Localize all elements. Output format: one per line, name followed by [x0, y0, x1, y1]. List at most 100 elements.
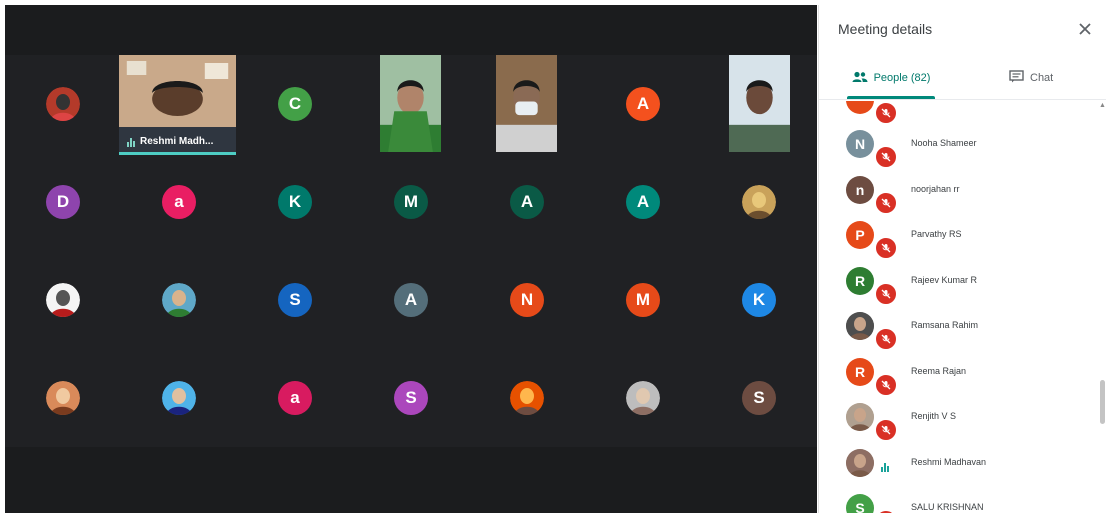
bottom-strip [5, 447, 817, 513]
mic-off-icon [874, 236, 898, 260]
participant-photo-icon [46, 283, 80, 317]
participant-photo-icon [162, 283, 196, 317]
participant-photo-icon [742, 185, 776, 219]
participant-avatar: S [278, 283, 312, 317]
participant-name: Ramsana Rahim [911, 320, 979, 330]
participant-name: noorjahan rr [911, 183, 960, 194]
participant-photo-icon [510, 381, 544, 415]
participant-tile[interactable]: S [353, 349, 469, 447]
participant-list-item[interactable]: Renjith V S [819, 396, 1097, 442]
participant-avatar: a [278, 381, 312, 415]
participant-list-item[interactable]: S SALU KRISHNAN [819, 487, 1097, 513]
participant-photo-icon [846, 312, 874, 340]
participant-tile[interactable]: K [701, 251, 817, 349]
participant-avatar: S [846, 494, 874, 513]
participant-tile[interactable] [5, 55, 121, 153]
participant-tile[interactable]: A [469, 153, 585, 251]
participant-list-item[interactable] [819, 101, 1097, 125]
tab-chat-label: Chat [1030, 72, 1054, 84]
participant-name: Parvathy RS [911, 229, 962, 239]
participant-avatar: A [626, 185, 660, 219]
people-icon [852, 71, 868, 86]
participant-tile[interactable]: S [701, 349, 817, 447]
participant-tile[interactable] [121, 349, 237, 447]
close-icon[interactable] [1074, 18, 1096, 40]
participant-name: Reshmi Madh... [140, 136, 214, 147]
participant-video-icon[interactable]: Reshmi Madh... [119, 55, 236, 155]
mic-off-icon [874, 418, 898, 442]
participant-avatar: M [394, 185, 428, 219]
participant-photo-icon [626, 381, 660, 415]
mic-off-icon [874, 190, 898, 215]
participant-avatar: S [742, 381, 776, 415]
participant-name-overlay: Reshmi Madh... [127, 136, 213, 147]
participant-avatar: N [510, 283, 544, 317]
participant-list-item[interactable]: R Rajeev Kumar R [819, 260, 1097, 306]
participant-tile[interactable]: S [237, 251, 353, 349]
participant-avatar: D [46, 185, 80, 219]
panel-tabs: People (82) Chat [819, 57, 1106, 100]
participant-tile[interactable]: K [237, 153, 353, 251]
participant-tile[interactable]: A [585, 55, 701, 153]
participant-video-icon[interactable] [380, 55, 441, 152]
participant-tile[interactable]: N [469, 251, 585, 349]
participant-name: Nooha Shameer [911, 138, 977, 148]
participant-avatar: P [846, 221, 874, 249]
tab-chat[interactable]: Chat [1009, 57, 1069, 99]
speaking-icon [881, 462, 889, 472]
participant-tile[interactable] [121, 251, 237, 349]
participant-tile[interactable]: C [237, 55, 353, 153]
participant-tile[interactable]: a [237, 349, 353, 447]
participant-avatar: M [626, 283, 660, 317]
participant-list-item[interactable]: P Parvathy RS [819, 214, 1097, 260]
mic-off-icon [874, 145, 898, 169]
participant-video-icon[interactable] [729, 55, 790, 152]
active-tab-indicator [847, 96, 935, 99]
participant-avatar: K [742, 283, 776, 317]
participant-photo-icon [846, 403, 874, 431]
participant-tile[interactable] [5, 349, 121, 447]
participant-name: Rajeev Kumar R [911, 274, 978, 285]
participant-avatar: R [846, 357, 874, 386]
participant-avatar: n [846, 175, 874, 204]
participant-tile[interactable] [5, 251, 121, 349]
participant-tile[interactable]: M [353, 153, 469, 251]
participant-tile[interactable]: a [121, 153, 237, 251]
tab-people[interactable]: People (82) [847, 57, 935, 99]
tab-people-label: People (82) [873, 72, 931, 84]
participant-list-item[interactable]: N Nooha Shameer [819, 123, 1097, 169]
mic-off-icon [874, 281, 898, 306]
participant-avatar: a [162, 185, 196, 219]
participant-video-icon[interactable] [496, 55, 557, 152]
mic-off-icon [874, 509, 898, 513]
participant-tile[interactable]: D [5, 153, 121, 251]
mic-off-icon [874, 101, 898, 125]
participant-avatar: A [626, 87, 660, 121]
participant-tile[interactable]: A [585, 153, 701, 251]
panel-title: Meeting details [838, 21, 933, 37]
participant-tile[interactable] [585, 349, 701, 447]
participant-list-item[interactable]: Reshmi Madhavan [819, 442, 1097, 487]
scroll-up-icon[interactable]: ▲ [1099, 102, 1106, 109]
participant-list-item[interactable]: Ramsana Rahim [819, 305, 1097, 351]
scrollbar-thumb[interactable] [1100, 380, 1105, 424]
mic-off-icon [874, 372, 898, 397]
participant-list-item[interactable]: n noorjahan rr [819, 169, 1097, 215]
people-list[interactable]: N Nooha Shameer n noorjahan rr P Parvathy RS R… [819, 101, 1097, 513]
participant-photo-icon [846, 448, 874, 477]
participant-tile[interactable]: M [585, 251, 701, 349]
participant-tile[interactable]: A [353, 251, 469, 349]
participant-name: Renjith V S [911, 411, 957, 421]
participant-tile[interactable] [701, 153, 817, 251]
participant-list-item[interactable]: R Reema Rajan [819, 351, 1097, 397]
participant-avatar: A [510, 185, 544, 219]
participant-tile[interactable] [469, 349, 585, 447]
participant-avatar: R [846, 266, 874, 295]
participant-avatar [846, 101, 874, 114]
participant-avatar: C [278, 87, 312, 121]
participant-photo-icon [46, 87, 80, 121]
participant-avatar: K [278, 185, 312, 219]
participant-name: Reema Rajan [911, 365, 967, 376]
scrollbar[interactable] [1097, 101, 1106, 513]
participant-avatar: A [394, 283, 428, 317]
